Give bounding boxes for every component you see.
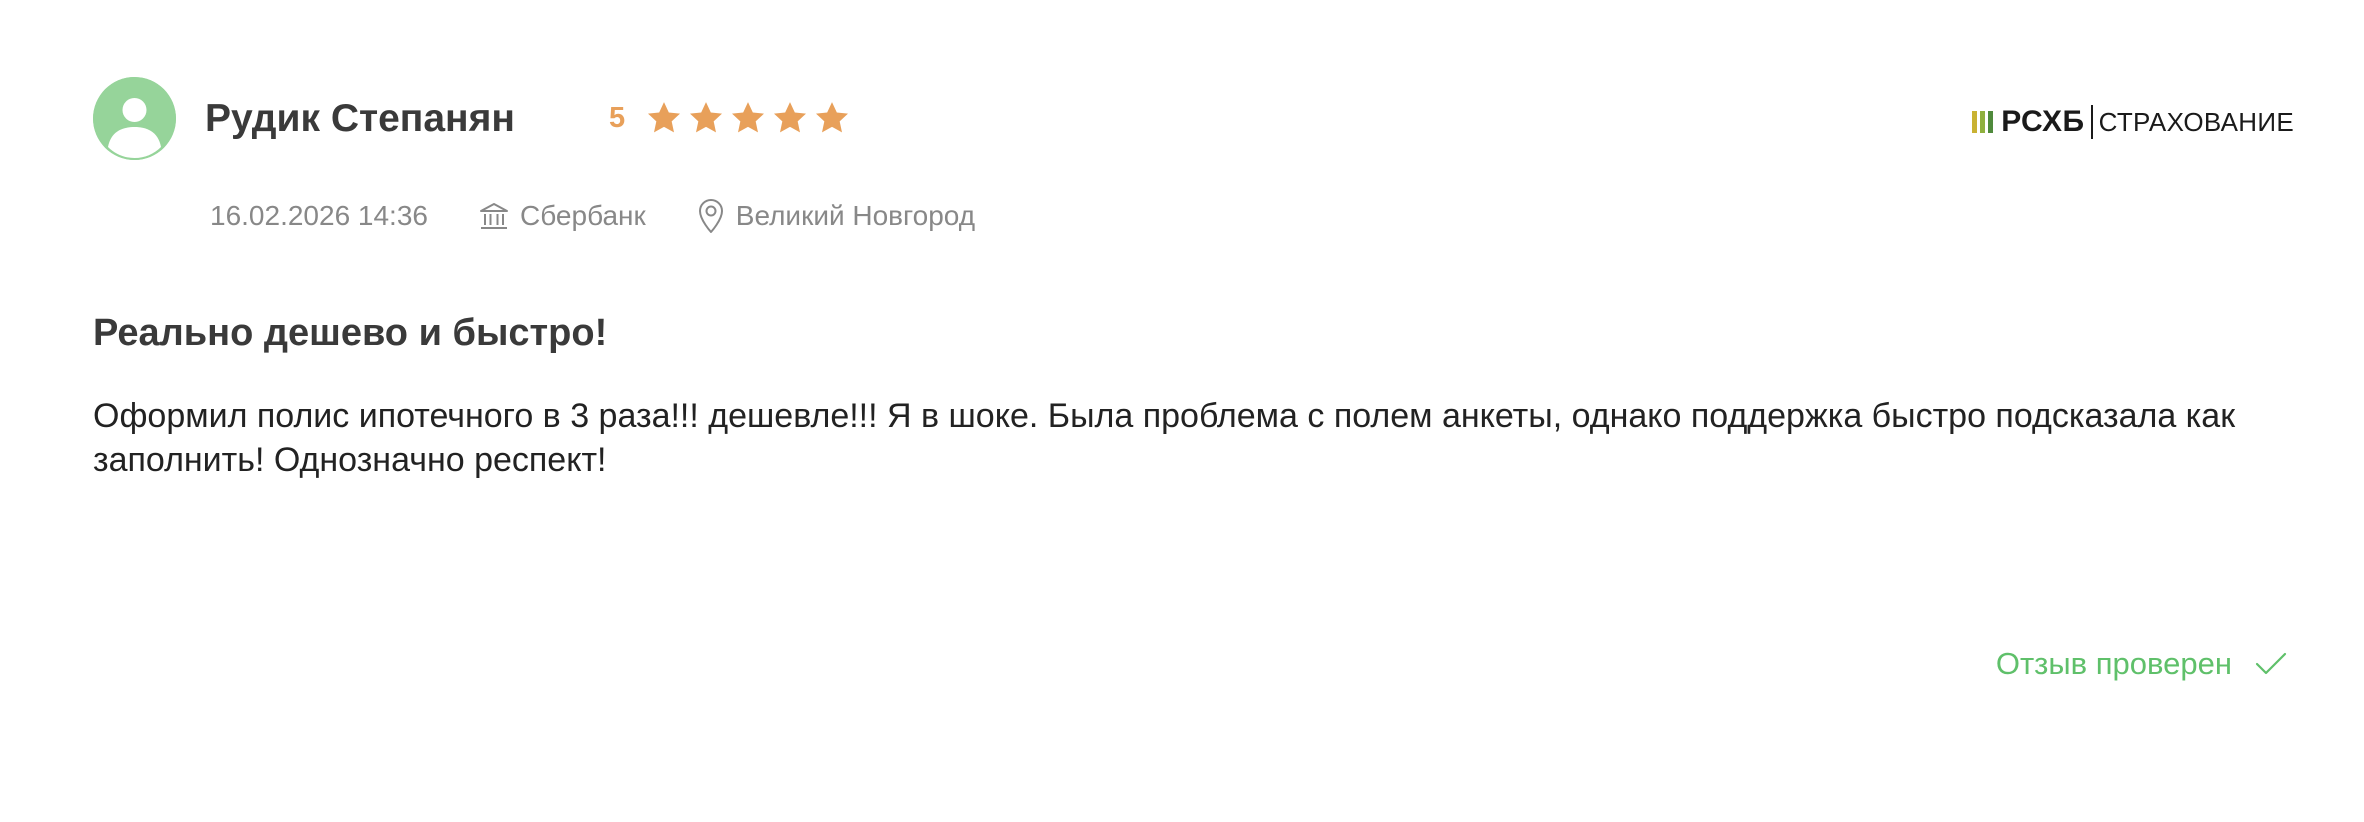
checkmark-icon [2255,652,2287,675]
city-info: Великий Новгород [696,198,975,234]
review-text: Оформил полис ипотечного в 3 раза!!! деш… [93,397,2236,479]
bank-name: Сбербанк [519,200,646,231]
author-name: Рудик Степанян [205,97,515,140]
review-meta: 16.02.2026 14:36 Сбербанк Великий Новгор… [210,198,1025,234]
logo-bars-icon [1972,111,1994,133]
avatar [93,77,176,160]
star-icon [727,98,769,138]
rating-value: 5 [609,102,626,134]
star-icon [685,98,727,138]
review-date: 16.02.2026 14:36 [210,200,428,231]
bank-building-icon [479,203,508,229]
user-avatar-icon [93,77,176,160]
bank-info: Сбербанк [478,200,646,232]
review-card: Рудик Степанян 5 РСХБ СТРАХОВАНИЕ 16.02.… [0,0,2364,822]
star-icon [643,98,685,138]
verified-label: Отзыв проверен [1995,646,2232,681]
city-name: Великий Новгород [735,200,976,231]
logo-brand: РСХБ [2001,105,2085,138]
review-title: Реально дешево и быстро! [93,312,608,354]
company-logo[interactable]: РСХБ СТРАХОВАНИЕ [1972,104,2294,140]
rating: 5 [609,98,853,138]
location-pin-icon [698,199,723,233]
logo-subtitle: СТРАХОВАНИЕ [2098,106,2294,137]
logo-divider [2090,105,2093,139]
star-icon [769,98,811,138]
verified-badge: Отзыв проверен [1996,643,2288,685]
star-icon [811,98,853,138]
